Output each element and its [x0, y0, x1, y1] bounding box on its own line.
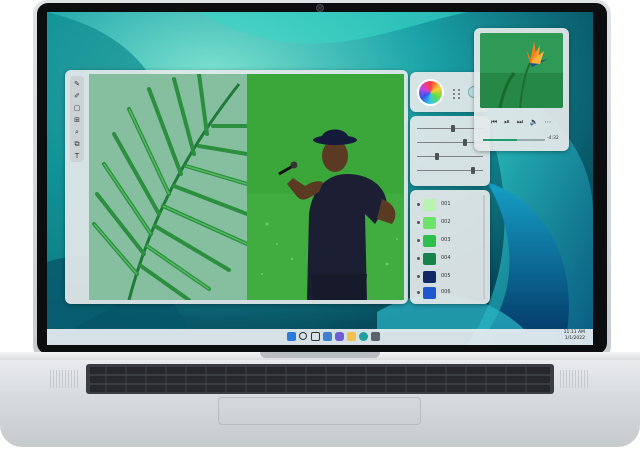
- start-icon[interactable]: [287, 332, 296, 341]
- lid-hinge-notch: [260, 352, 380, 358]
- task-view-icon[interactable]: [311, 332, 320, 341]
- zoom-tool-icon[interactable]: ⌕: [72, 127, 82, 137]
- swatch-color: [423, 199, 436, 211]
- keyboard-keys: [90, 367, 550, 392]
- singer-image: [247, 74, 404, 300]
- bullet-icon: [417, 257, 420, 260]
- swatch-color: [423, 235, 436, 247]
- swatch-color: [423, 217, 436, 229]
- more-options-icon[interactable]: ⋯: [543, 118, 553, 126]
- pen-tool-icon[interactable]: ✐: [72, 91, 82, 101]
- swatch-label: 006: [441, 289, 451, 295]
- palette-dots-icon[interactable]: [451, 86, 465, 100]
- text-tool-icon[interactable]: T: [72, 151, 82, 161]
- bullet-icon: [417, 203, 420, 206]
- previous-track-icon[interactable]: ⏮: [489, 118, 499, 127]
- swatch-row[interactable]: 006: [417, 286, 485, 300]
- palm-leaf-image: [89, 74, 247, 300]
- swatch-row[interactable]: 001: [417, 198, 485, 212]
- search-icon[interactable]: [299, 332, 307, 340]
- bullet-icon: [417, 239, 420, 242]
- explorer-icon[interactable]: [347, 332, 356, 341]
- store-icon[interactable]: [371, 332, 380, 341]
- elapsed-time: -4:32: [547, 136, 559, 141]
- swatch-row[interactable]: 004: [417, 252, 485, 266]
- clock-time: 11:11 AM: [563, 330, 585, 335]
- swatch-label: 001: [441, 201, 451, 207]
- taskbar: [47, 329, 593, 345]
- slider-knob-3[interactable]: [435, 153, 439, 160]
- play-pause-icon[interactable]: ⏯: [502, 118, 512, 127]
- color-wheel[interactable]: [417, 79, 444, 106]
- taskbar-clock[interactable]: 11:11 AM 1/1/2022: [564, 330, 585, 341]
- edge-icon[interactable]: [359, 332, 368, 341]
- bird-of-paradise-image: [480, 33, 563, 108]
- bullet-icon: [417, 221, 420, 224]
- swatch-label: 002: [441, 219, 451, 225]
- album-art: [480, 33, 563, 108]
- canvas-singer-image[interactable]: [247, 74, 404, 300]
- shape-tool-icon[interactable]: ▢: [72, 103, 82, 113]
- speaker-grille-left: [50, 370, 80, 388]
- crop-tool-icon[interactable]: ⧉: [72, 139, 82, 149]
- swatch-color: [423, 271, 436, 283]
- speaker-grille-right: [560, 370, 590, 388]
- swatch-row[interactable]: 003: [417, 234, 485, 248]
- slider-knob-1[interactable]: [451, 125, 455, 132]
- swatch-label: 004: [441, 255, 451, 261]
- keyboard: [86, 364, 554, 394]
- trackpad[interactable]: [218, 397, 421, 425]
- widgets-icon[interactable]: [323, 332, 332, 341]
- grid-tool-icon[interactable]: ⊞: [72, 115, 82, 125]
- slider-knob-4[interactable]: [471, 167, 475, 174]
- slider-knob-2[interactable]: [463, 139, 467, 146]
- next-track-icon[interactable]: ⏭: [515, 118, 525, 127]
- swatch-color: [423, 287, 436, 299]
- webcam: [316, 4, 324, 12]
- playback-progress-fill: [483, 139, 518, 141]
- swatch-label: 003: [441, 237, 451, 243]
- swatch-row[interactable]: 002: [417, 216, 485, 230]
- desktop-screen: ✎ ✐ ▢ ⊞ ⌕ ⧉ T 001 002 003 004 005 006 ⏮ …: [47, 12, 593, 345]
- clock-date: 1/1/2022: [564, 335, 585, 341]
- bullet-icon: [417, 275, 420, 278]
- slider-track-3[interactable]: [417, 156, 483, 157]
- brush-tool-icon[interactable]: ✎: [72, 79, 82, 89]
- swatch-row[interactable]: 005: [417, 270, 485, 284]
- canvas-leaf-image[interactable]: [89, 74, 247, 300]
- bullet-icon: [417, 291, 420, 294]
- swatch-color: [423, 253, 436, 265]
- swatch-label: 005: [441, 273, 451, 279]
- chat-icon[interactable]: [335, 332, 344, 341]
- volume-icon[interactable]: 🔈: [529, 118, 539, 126]
